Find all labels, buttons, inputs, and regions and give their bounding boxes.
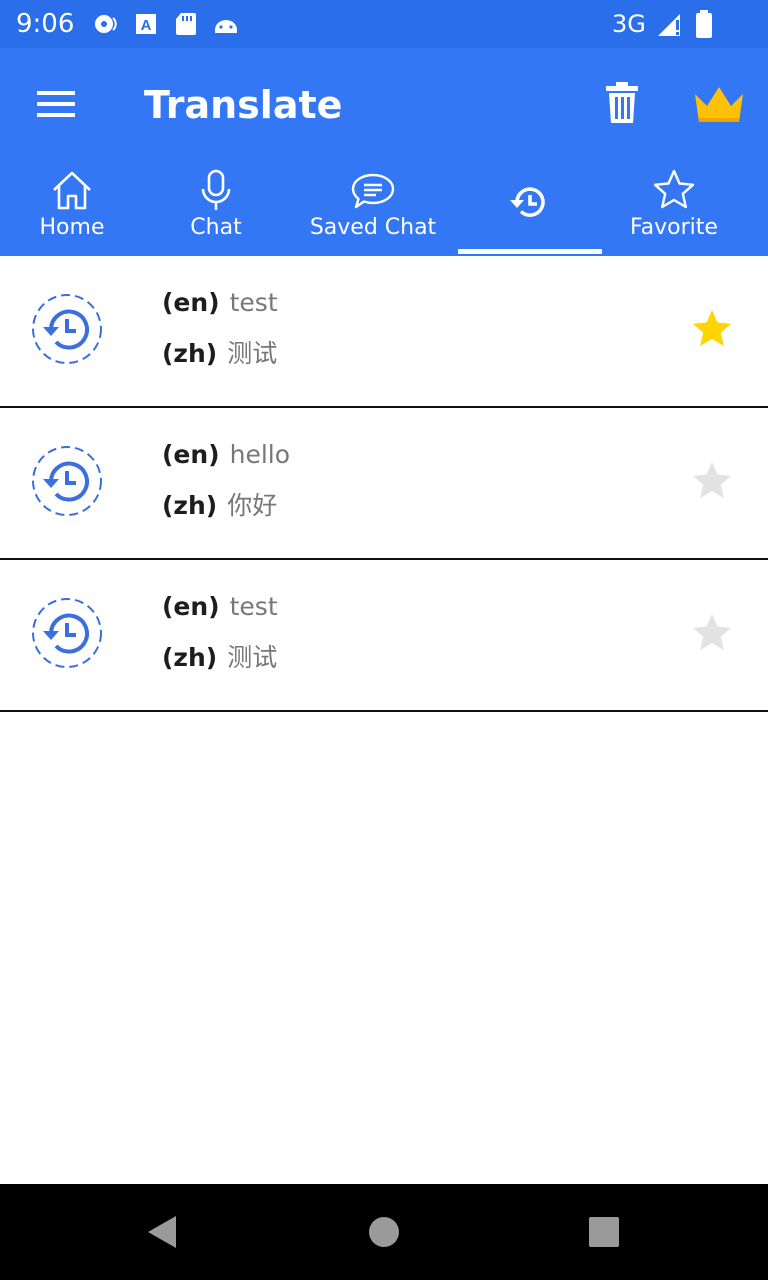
android-icon <box>215 20 237 33</box>
battery-icon <box>696 10 712 38</box>
app-title: Translate <box>144 83 343 127</box>
status-bar: 9:06 A 3G <box>0 0 768 48</box>
tab-chat[interactable]: Chat <box>144 160 288 256</box>
network-type: 3G <box>612 10 646 38</box>
star-outline-icon <box>653 169 695 209</box>
translation-line: (zh) 测试 <box>162 337 277 371</box>
translation-line: (zh) 你好 <box>162 489 277 523</box>
selected-tab-indicator <box>458 249 602 254</box>
history-list: (en) test (zh) 测试 (en) hello (zh) 你好 (en… <box>0 256 768 712</box>
source-line: (en) test <box>162 286 278 320</box>
tab-saved-chat[interactable]: Saved Chat <box>288 160 458 256</box>
podcast-icon <box>95 15 117 33</box>
translated-text: 测试 <box>227 643 278 672</box>
chat-bubble-icon <box>351 173 395 209</box>
history-item[interactable]: (en) hello (zh) 你好 <box>0 408 768 560</box>
font-a-icon: A <box>136 14 156 34</box>
tab-label-chat: Chat <box>190 215 242 240</box>
source-text: test <box>229 288 278 317</box>
notification-icons: A <box>92 10 240 38</box>
tab-label-saved-chat: Saved Chat <box>309 215 437 240</box>
history-icon <box>32 598 102 668</box>
tab-history[interactable] <box>458 160 602 256</box>
back-icon[interactable] <box>146 1215 178 1249</box>
trash-icon[interactable] <box>602 80 642 126</box>
source-language: (en) <box>162 440 220 469</box>
home-icon <box>53 171 91 210</box>
history-icon <box>510 187 545 217</box>
home-circle-icon[interactable] <box>368 1216 400 1248</box>
history-item[interactable]: (en) test (zh) 测试 <box>0 560 768 712</box>
status-time: 9:06 <box>16 9 75 39</box>
tab-bar: Home Chat Saved Chat Favorite <box>0 160 768 256</box>
crown-icon[interactable] <box>692 84 746 126</box>
tab-label-home: Home <box>39 215 105 240</box>
menu-icon[interactable] <box>34 84 78 124</box>
history-item[interactable]: (en) test (zh) 测试 <box>0 256 768 408</box>
signal-icon <box>658 14 680 36</box>
history-icon <box>32 294 102 364</box>
translated-text: 测试 <box>227 339 278 368</box>
svg-text:A: A <box>141 17 152 34</box>
target-language: (zh) <box>162 339 218 368</box>
source-line: (en) test <box>162 590 278 624</box>
source-text: test <box>229 592 278 621</box>
app-bar: Translate Home Chat Saved Chat Favorite <box>0 48 768 256</box>
history-icon <box>32 446 102 516</box>
target-language: (zh) <box>162 491 218 520</box>
source-language: (en) <box>162 592 220 621</box>
star-empty-icon[interactable] <box>690 460 734 502</box>
star-filled-icon[interactable] <box>690 308 734 350</box>
source-line: (en) hello <box>162 438 290 472</box>
source-language: (en) <box>162 288 220 317</box>
translated-text: 你好 <box>227 491 278 520</box>
target-language: (zh) <box>162 643 218 672</box>
translation-line: (zh) 测试 <box>162 641 277 675</box>
microphone-icon <box>201 169 231 210</box>
tab-label-favorite: Favorite <box>630 215 718 240</box>
tab-home[interactable]: Home <box>0 160 144 256</box>
source-text: hello <box>229 440 291 469</box>
recents-icon[interactable] <box>588 1216 620 1248</box>
tab-favorite[interactable]: Favorite <box>602 160 746 256</box>
star-empty-icon[interactable] <box>690 612 734 654</box>
sd-card-icon <box>176 13 196 35</box>
